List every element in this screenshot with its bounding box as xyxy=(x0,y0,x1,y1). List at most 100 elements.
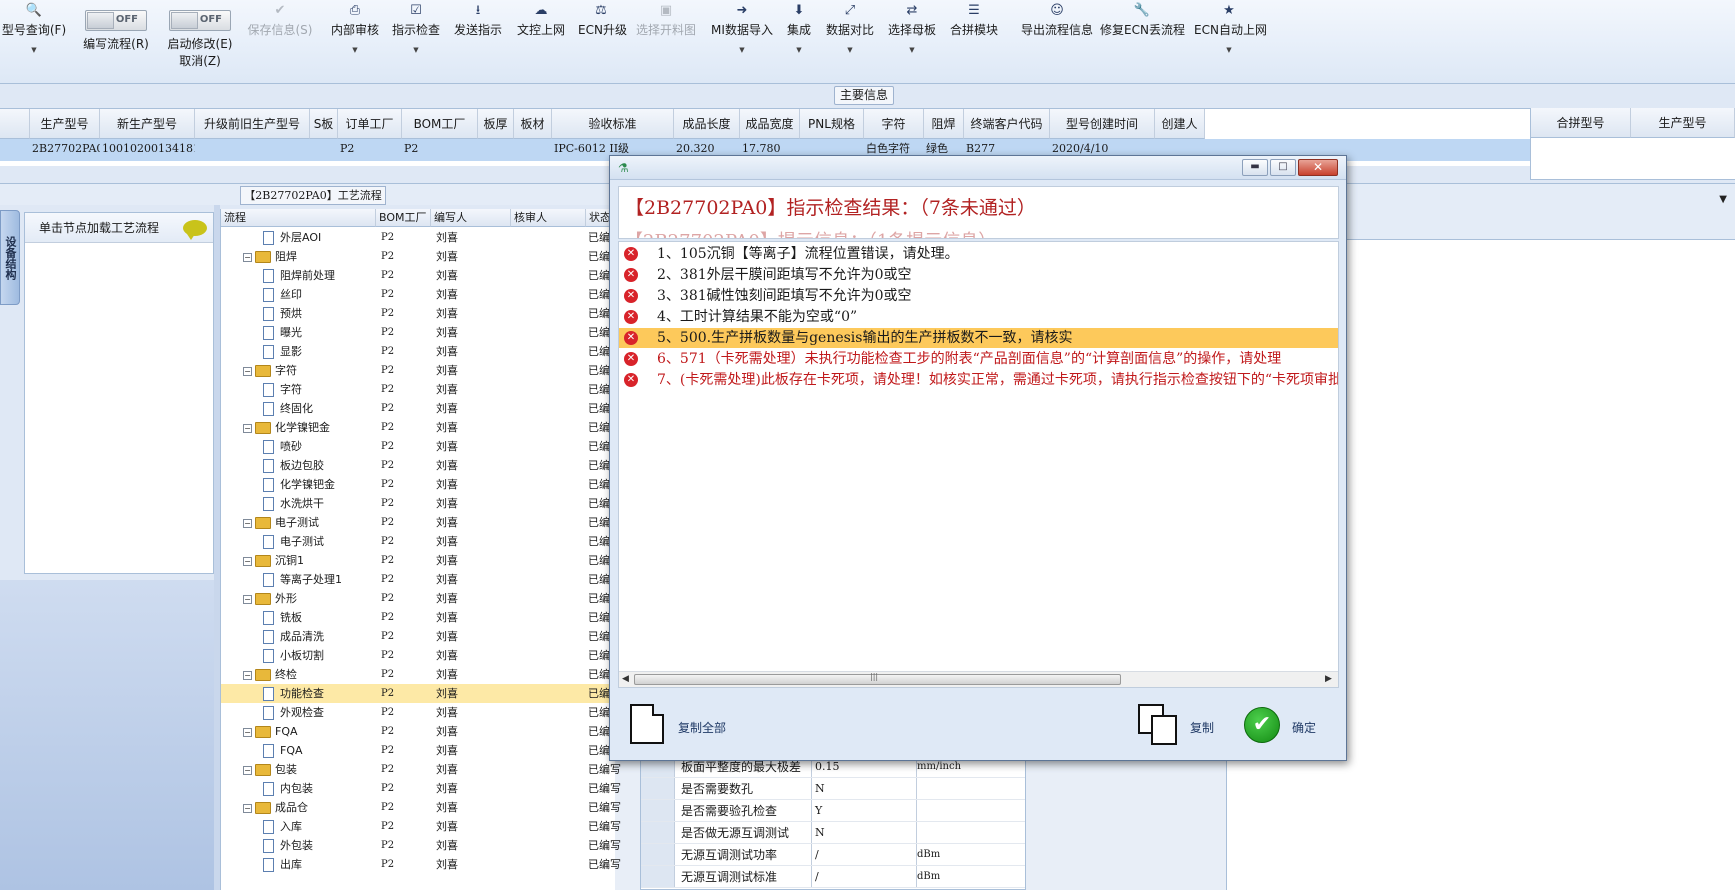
main-info-tab[interactable]: 主要信息 xyxy=(834,86,894,105)
column-header[interactable]: 板厚 xyxy=(478,109,514,139)
export-flow-info-button[interactable]: ☺ 导出流程信息 xyxy=(1012,2,1102,82)
select-panel-chart-button[interactable]: ▣ 选择开料图 xyxy=(634,2,698,82)
tree-row[interactable]: − 字符 P2 刘喜 已编 xyxy=(221,361,616,380)
internal-review-button[interactable]: ⎙ 内部审核 ▼ xyxy=(326,2,384,82)
tree-row[interactable]: − 成品仓 P2 刘喜 已编写 xyxy=(221,798,621,817)
tree-node[interactable]: 铣板 xyxy=(263,608,302,627)
property-value[interactable]: / xyxy=(815,866,819,888)
merge-module-button[interactable]: ☰ 合拼模块 xyxy=(948,2,1000,82)
tree-node[interactable]: 外包装 xyxy=(263,836,313,855)
collapse-icon[interactable]: − xyxy=(243,518,252,528)
result-list[interactable]: ✕ 1、105沉铜【等离子】流程位置错误，请处理。 ✕ 2、381外层干膜间距填写不允… xyxy=(618,241,1339,688)
tree-row[interactable]: − 外形 P2 刘喜 已编 xyxy=(221,589,616,608)
chat-bubble-icon[interactable] xyxy=(183,220,207,240)
grid-cell[interactable]: 2B27702PA0 xyxy=(30,139,100,161)
result-item[interactable]: ✕ 7、(卡死需处理)此板存在卡死项，请处理！如核实正常，需通过卡死项，请执行指示… xyxy=(619,370,1338,390)
property-row[interactable]: 无源互调测试标准 / dBm xyxy=(641,866,1025,888)
column-header[interactable]: 板材 xyxy=(514,109,552,139)
instruction-check-button[interactable]: ☑ 指示检查 ▼ xyxy=(390,2,442,82)
chevron-down-icon[interactable]: ▼ xyxy=(1719,194,1727,205)
data-compare-button[interactable]: ⤢ 数据对比 ▼ xyxy=(824,2,876,82)
property-row[interactable]: 是否做无源互调测试 N xyxy=(641,822,1025,844)
tree-row[interactable]: 成品清洗 P2 刘喜 已编 xyxy=(221,627,616,646)
column-header[interactable]: S板 xyxy=(310,109,338,139)
tree-row[interactable]: FQA P2 刘喜 已编 xyxy=(221,741,616,760)
result-item[interactable]: ✕ 1、105沉铜【等离子】流程位置错误，请处理。 xyxy=(619,244,1338,264)
tree-row[interactable]: − 包装 P2 刘喜 已编写 xyxy=(221,760,621,779)
tree-row[interactable]: − FQA P2 刘喜 已编 xyxy=(221,722,616,741)
tree-row[interactable]: − 电子测试 P2 刘喜 已编 xyxy=(221,513,616,532)
property-row[interactable]: 无源互调测试功率 / dBm xyxy=(641,844,1025,866)
tree-row[interactable]: 内包装 P2 刘喜 已编写 xyxy=(221,779,621,798)
repair-ecn-flow-button[interactable]: 🔧 修复ECN丢流程 xyxy=(1100,2,1185,82)
dialog-titlebar[interactable]: ⚗ ▬ □ ✕ xyxy=(610,156,1346,180)
tree-column-header[interactable]: 流程 xyxy=(221,209,376,227)
column-header[interactable]: 订单工厂 xyxy=(338,109,402,139)
grid-cell[interactable]: 10010200134181 xyxy=(100,139,195,161)
confirm-button[interactable]: ✔ 确定 xyxy=(1244,704,1334,746)
flow-title-tab[interactable]: 【2B27702PA0】工艺流程 xyxy=(240,186,386,205)
tree-node[interactable]: 入库 xyxy=(263,817,302,836)
tree-row[interactable]: 板边包胶 P2 刘喜 已编 xyxy=(221,456,616,475)
tree-row[interactable]: − 沉铜1 P2 刘喜 已编 xyxy=(221,551,616,570)
toggle-switch[interactable]: OFF xyxy=(169,10,231,31)
grid-cell[interactable]: P2 xyxy=(402,139,478,161)
column-header[interactable]: 终端客户代码 xyxy=(964,109,1050,139)
column-header[interactable]: BOM工厂 xyxy=(402,109,478,139)
copy-button[interactable]: 复制 xyxy=(1138,704,1228,746)
horizontal-scrollbar[interactable]: ◀ ▶ xyxy=(619,671,1338,687)
toggle-switch[interactable]: OFF xyxy=(85,10,147,31)
tree-row[interactable]: 等离子处理1 P2 刘喜 已编 xyxy=(221,570,616,589)
collapse-icon[interactable]: − xyxy=(243,556,252,566)
tree-node[interactable]: 曝光 xyxy=(263,323,302,342)
tree-row[interactable]: 出库 P2 刘喜 已编写 xyxy=(221,855,621,874)
side-tab-device-structure[interactable]: 设备结构 xyxy=(0,210,20,305)
column-header[interactable]: PNL规格 xyxy=(800,109,864,139)
cancel-label[interactable]: 取消(Z) xyxy=(160,52,240,69)
tree-node[interactable]: 出库 xyxy=(263,855,302,874)
tree-node[interactable]: 等离子处理1 xyxy=(263,570,342,589)
column-header[interactable]: 成品长度 xyxy=(674,109,740,139)
result-item[interactable]: ✕ 3、381碱性蚀刻间距填写不允许为0或空 xyxy=(619,286,1338,306)
column-header[interactable]: 型号创建时间 xyxy=(1050,109,1155,139)
scroll-right-icon[interactable]: ▶ xyxy=(1325,674,1332,684)
result-item[interactable]: ✕ 5、500.生产拼板数量与genesis输出的生产拼板数不一致，请核实 xyxy=(619,328,1338,348)
tree-node[interactable]: 预烘 xyxy=(263,304,302,323)
tree-column-header[interactable]: BOM工厂 xyxy=(376,209,431,227)
start-modify-toggle[interactable]: OFF 启动修改(E) 取消(Z) xyxy=(160,2,240,82)
tree-node[interactable]: 功能检查 xyxy=(263,684,324,703)
grid-cell[interactable] xyxy=(195,139,310,161)
tree-node[interactable]: 板边包胶 xyxy=(263,456,324,475)
tree-column-header[interactable]: 编写人 xyxy=(431,209,511,227)
grid-cell[interactable]: P2 xyxy=(338,139,402,161)
tree-row[interactable]: 外层AOI P2 刘喜 已编 xyxy=(221,228,616,247)
ecn-auto-upload-button[interactable]: ★ ECN自动上网 ▼ xyxy=(1194,2,1267,82)
tree-node[interactable]: − 外形 xyxy=(243,589,297,608)
tree-row[interactable]: 预烘 P2 刘喜 已编 xyxy=(221,304,616,323)
property-value[interactable]: N xyxy=(815,778,825,800)
collapse-icon[interactable]: − xyxy=(243,803,252,813)
tree-row[interactable]: 喷砂 P2 刘喜 已编 xyxy=(221,437,616,456)
tree-node[interactable]: 显影 xyxy=(263,342,302,361)
result-item[interactable]: ✕ 6、571（卡死需处理）未执行功能检查工步的附表“产品剖面信息”的“计算剖面信… xyxy=(619,349,1338,369)
grid-corner[interactable] xyxy=(0,109,30,139)
collapse-icon[interactable]: − xyxy=(243,423,252,433)
select-mother-board-button[interactable]: ⇄ 选择母板 ▼ xyxy=(886,2,938,82)
upload-doc-button[interactable]: ☁ 文控上网 xyxy=(515,2,567,82)
collapse-icon[interactable]: − xyxy=(243,670,252,680)
tree-node[interactable]: 水洗烘干 xyxy=(263,494,324,513)
tree-column-header[interactable]: 核审人 xyxy=(511,209,586,227)
tree-node[interactable]: − 包装 xyxy=(243,760,297,779)
tree-node[interactable]: − 电子测试 xyxy=(243,513,319,532)
tree-row[interactable]: 阻焊前处理 P2 刘喜 已编 xyxy=(221,266,616,285)
tree-row[interactable]: 入库 P2 刘喜 已编写 xyxy=(221,817,621,836)
save-info-button[interactable]: ✔ 保存信息(S) xyxy=(244,2,316,82)
tree-node[interactable]: FQA xyxy=(263,741,303,760)
send-instruction-button[interactable]: ⭳ 发送指示 xyxy=(452,2,504,82)
column-header[interactable]: 新生产型号 xyxy=(100,109,195,139)
integrate-button[interactable]: ⬇ 集成 ▼ xyxy=(784,2,814,82)
tree-node[interactable]: 阻焊前处理 xyxy=(263,266,335,285)
collapse-icon[interactable]: − xyxy=(243,594,252,604)
column-header[interactable]: 验收标准 xyxy=(552,109,674,139)
scroll-left-icon[interactable]: ◀ xyxy=(622,674,629,684)
